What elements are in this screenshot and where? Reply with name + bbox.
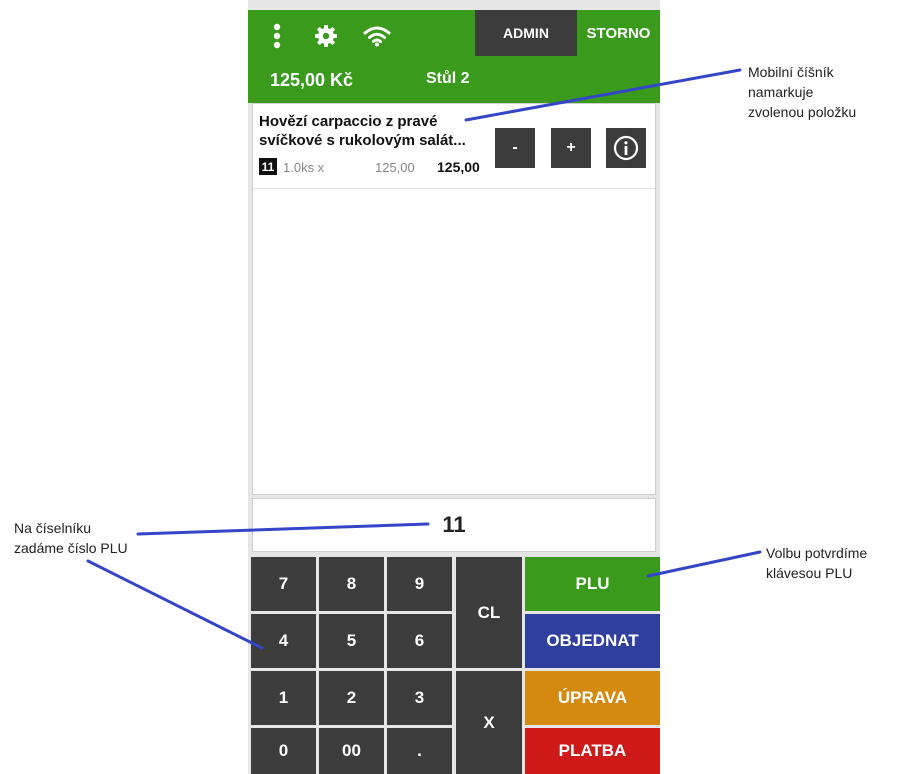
annotation-text: Na číselníku (14, 520, 92, 536)
list-item[interactable]: Hovězí carpaccio z pravé svíčkové s ruko… (253, 104, 655, 189)
item-name: Hovězí carpaccio z pravé svíčkové s ruko… (259, 113, 466, 149)
annotation-text: zadáme číslo PLU (14, 540, 128, 556)
pos-app: ADMIN STORNO 125,00 Kč Stůl 2 Hovězí car… (248, 0, 660, 774)
order-total: 125,00 Kč (270, 70, 354, 90)
key-8[interactable]: 8 (319, 557, 384, 611)
gear-icon[interactable] (312, 22, 340, 50)
storno-button[interactable]: STORNO (577, 10, 660, 56)
annotation-line-confirm (646, 550, 762, 578)
key-5[interactable]: 5 (319, 614, 384, 668)
platba-button[interactable]: PLATBA (525, 728, 660, 774)
key-1[interactable]: 1 (251, 671, 316, 725)
annotation-confirm: Volbu potvrdíme klávesou PLU (766, 543, 901, 583)
annotation-keypad: Na číselníku zadáme číslo PLU (14, 518, 164, 558)
clear-button[interactable]: CL (456, 557, 522, 668)
item-line-total: 125,00 (437, 159, 480, 175)
key-9[interactable]: 9 (387, 557, 452, 611)
key-4[interactable]: 4 (251, 614, 316, 668)
top-bar: ADMIN STORNO 125,00 Kč Stůl 2 (248, 10, 660, 103)
key-2[interactable]: 2 (319, 671, 384, 725)
annotation-text: namarkuje (748, 84, 814, 100)
vertical-dots-icon[interactable] (272, 22, 282, 50)
decrease-button[interactable]: - (495, 128, 535, 168)
wifi-icon (362, 22, 392, 50)
uprava-button[interactable]: ÚPRAVA (525, 671, 660, 725)
keypad-display: 11 (252, 498, 656, 552)
table-number: Stůl 2 (426, 70, 470, 87)
key-6[interactable]: 6 (387, 614, 452, 668)
plu-badge: 11 (259, 158, 277, 175)
multiply-button[interactable]: X (456, 671, 522, 774)
increase-button[interactable]: + (551, 128, 591, 168)
plu-button[interactable]: PLU (525, 557, 660, 611)
annotation-line-keypad-down (86, 559, 264, 650)
admin-button[interactable]: ADMIN (475, 10, 577, 56)
info-button[interactable] (606, 128, 646, 168)
item-quantity: 1.0ks x (283, 160, 325, 175)
annotation-text: Volbu potvrdíme (766, 545, 868, 561)
item-unit-price: 125,00 (375, 160, 415, 175)
key-00[interactable]: 00 (319, 728, 384, 774)
key-0[interactable]: 0 (251, 728, 316, 774)
annotation-text: klávesou PLU (766, 565, 853, 581)
key-dot[interactable]: . (387, 728, 452, 774)
annotation-text: zvolenou položku (748, 104, 857, 120)
info-circle-icon (613, 135, 639, 161)
annotation-text: Mobilní číšník (748, 64, 834, 80)
key-3[interactable]: 3 (387, 671, 452, 725)
key-7[interactable]: 7 (251, 557, 316, 611)
order-list: Hovězí carpaccio z pravé svíčkové s ruko… (252, 103, 656, 495)
objednat-button[interactable]: OBJEDNAT (525, 614, 660, 668)
annotation-waiter: Mobilní číšník namarkuje zvolenou položk… (748, 62, 898, 122)
